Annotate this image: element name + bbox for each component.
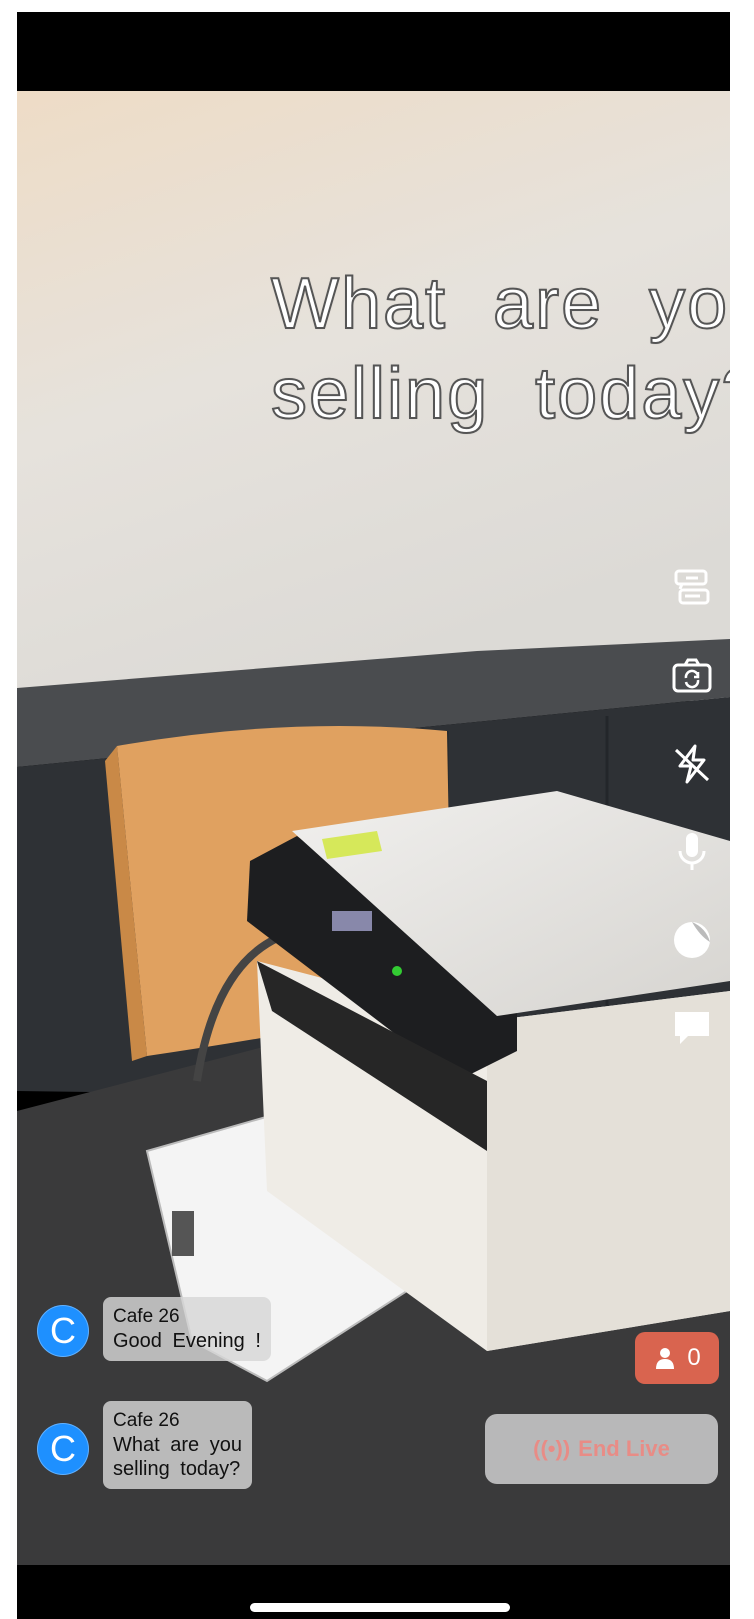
captions-button[interactable] [668,564,716,612]
status-bar [17,12,730,91]
broadcast-icon: ((•)) [533,1436,571,1461]
comment-message: Good Evening ! [113,1330,261,1352]
captions-icon [674,569,710,605]
chat-comment: C Cafe 26 What are you selling today? [37,1401,252,1489]
person-icon [656,1348,675,1369]
beauty-filter-icon [674,922,710,958]
chat-button[interactable] [668,1004,716,1052]
beauty-filter-button[interactable] [668,916,716,964]
comment-message: What are you selling today? [113,1434,242,1480]
end-live-label: End Live [578,1436,670,1461]
live-stream-screen: What are you selling today? [17,12,730,1619]
home-indicator[interactable] [250,1603,510,1612]
end-live-button[interactable]: ((•)) End Live [485,1414,718,1484]
camera-flip-button[interactable] [668,652,716,700]
avatar: C [37,1305,89,1357]
viewer-count-badge[interactable]: 0 [635,1332,719,1384]
comment-bubble: Cafe 26 What are you selling today? [103,1401,252,1489]
microphone-icon [678,833,706,870]
avatar: C [37,1423,89,1475]
chat-icon [675,1012,709,1044]
microphone-button[interactable] [668,828,716,876]
viewer-count: 0 [687,1344,701,1371]
flash-off-icon [674,744,710,784]
side-toolbar [668,564,716,1092]
flash-toggle-button[interactable] [668,740,716,788]
prompt-overlay-text: What are you selling today? [270,263,730,435]
comment-bubble: Cafe 26 Good Evening ! [103,1297,271,1361]
camera-flip-icon [672,658,712,693]
comment-username: Cafe 26 [113,1410,180,1431]
chat-comment: C Cafe 26 Good Evening ! [37,1297,271,1361]
comment-username: Cafe 26 [113,1306,180,1327]
